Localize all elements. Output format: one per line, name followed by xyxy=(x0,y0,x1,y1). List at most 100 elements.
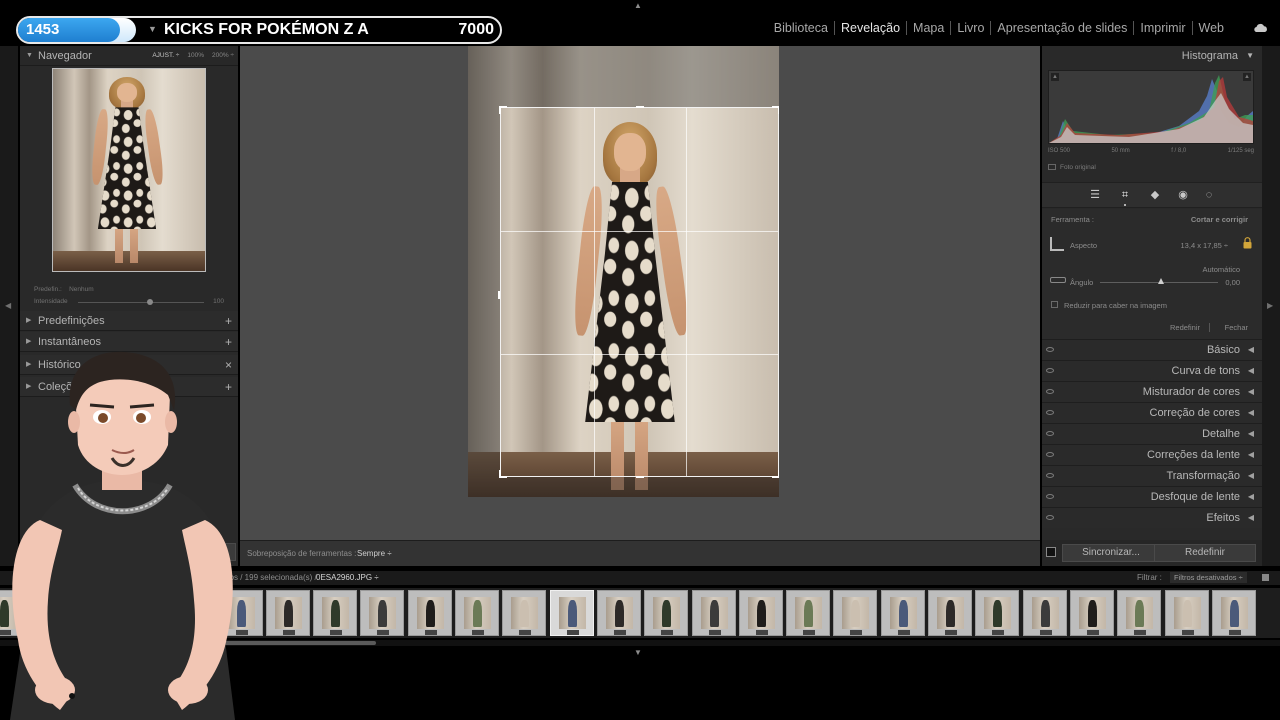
module-map[interactable]: Mapa xyxy=(906,21,950,35)
crop-handle-bottom[interactable] xyxy=(636,476,644,478)
tool-overlay-select[interactable]: Sempre ÷ xyxy=(357,549,392,558)
eye-icon[interactable] xyxy=(1046,515,1054,520)
histogram-graph[interactable]: ▲ ▲ xyxy=(1048,70,1254,144)
reset-button[interactable]: Redefinir xyxy=(1154,544,1256,562)
add-preset-icon[interactable]: + xyxy=(225,311,232,331)
panel-color-grading[interactable]: Correção de cores ◀ xyxy=(1042,402,1262,423)
panel-presets[interactable]: ▶ Predefinições + xyxy=(20,311,238,331)
constrain-checkbox[interactable] xyxy=(1051,301,1058,308)
level-icon[interactable] xyxy=(1050,277,1066,283)
module-library[interactable]: Biblioteca xyxy=(768,21,834,35)
crop-handle-bottom-right[interactable] xyxy=(772,470,779,478)
aspect-select[interactable]: 13,4 x 17,85 ÷ xyxy=(1181,241,1228,250)
zoom-fit[interactable]: AJUST. ÷ xyxy=(152,46,179,66)
panel-effects[interactable]: Efeitos ◀ xyxy=(1042,507,1262,528)
filmstrip-thumbnail[interactable] xyxy=(1117,590,1162,636)
filmstrip-thumbnail[interactable] xyxy=(549,590,594,636)
collapse-left-icon[interactable]: ◀ xyxy=(5,301,11,310)
angle-slider-knob[interactable] xyxy=(1158,278,1164,284)
filmstrip-thumbnail[interactable] xyxy=(691,590,736,636)
module-slideshow[interactable]: Apresentação de slides xyxy=(990,21,1133,35)
navigator-header[interactable]: ▼ Navegador AJUST. ÷ 100% 200% ÷ xyxy=(20,46,238,66)
shadow-clipping-icon[interactable]: ▲ xyxy=(1051,73,1059,81)
filmstrip-thumbnail[interactable] xyxy=(880,590,925,636)
eye-icon[interactable] xyxy=(1046,347,1054,352)
collapse-bottom-panel-icon[interactable]: ▼ xyxy=(634,648,642,657)
filmstrip-thumbnail[interactable] xyxy=(1022,590,1067,636)
filmstrip-thumbnail[interactable] xyxy=(644,590,689,636)
crop-icon[interactable]: ⌗ xyxy=(1118,188,1132,202)
module-develop[interactable]: Revelação xyxy=(833,21,906,35)
aspect-crop-icon[interactable] xyxy=(1050,237,1064,251)
angle-value[interactable]: 0,00 xyxy=(1225,278,1240,287)
intensity-slider-knob[interactable] xyxy=(146,299,153,305)
crop-handle-bottom-left[interactable] xyxy=(499,470,507,478)
panel-color-mixer[interactable]: Misturador de cores ◀ xyxy=(1042,381,1262,402)
crop-handle-top-left[interactable] xyxy=(499,106,507,114)
histogram-header[interactable]: Histograma ▼ xyxy=(1042,46,1262,66)
eye-icon[interactable] xyxy=(1046,494,1054,499)
right-panel-toggle-strip[interactable]: ▶ xyxy=(1262,46,1280,566)
highlight-clipping-icon[interactable]: ▲ xyxy=(1243,73,1251,81)
filmstrip-thumbnail[interactable] xyxy=(596,590,641,636)
collapse-right-icon[interactable]: ▶ xyxy=(1267,301,1273,310)
filmstrip-thumbnail[interactable] xyxy=(1211,590,1256,636)
filmstrip-thumbnail[interactable] xyxy=(1164,590,1209,636)
eye-icon[interactable] xyxy=(1046,452,1054,457)
healing-eraser-icon[interactable]: ◆ xyxy=(1148,188,1162,202)
navigator-preview[interactable] xyxy=(52,68,206,272)
panel-transform[interactable]: Transformação ◀ xyxy=(1042,465,1262,486)
module-book[interactable]: Livro xyxy=(950,21,990,35)
crop-handle-left[interactable] xyxy=(498,291,500,299)
original-photo-toggle[interactable]: Foto original xyxy=(1048,164,1096,171)
auto-sync-toggle[interactable] xyxy=(1046,547,1056,557)
eye-icon[interactable] xyxy=(1046,473,1054,478)
panel-lens-blur[interactable]: Desfoque de lente ◀ xyxy=(1042,486,1262,507)
lock-icon[interactable] xyxy=(1243,237,1252,249)
filmstrip-thumbnail[interactable] xyxy=(928,590,972,636)
eye-icon[interactable] xyxy=(1046,410,1054,415)
cloud-icon[interactable] xyxy=(1252,23,1268,33)
filmstrip-thumbnail[interactable] xyxy=(313,590,358,636)
filmstrip-thumbnail[interactable] xyxy=(360,590,405,636)
crop-overlay[interactable] xyxy=(498,106,779,478)
add-snapshot-icon[interactable]: + xyxy=(225,332,232,352)
filmstrip-thumbnail[interactable] xyxy=(502,590,547,636)
panel-tone-curve[interactable]: Curva de tons ◀ xyxy=(1042,360,1262,381)
crop-handle-top-right[interactable] xyxy=(772,106,779,114)
panel-basic[interactable]: Básico ◀ xyxy=(1042,339,1262,360)
filmstrip-thumbnail[interactable] xyxy=(786,590,831,636)
crop-close-button[interactable]: Fechar xyxy=(1225,323,1248,332)
zoom-200[interactable]: 200% ÷ xyxy=(212,46,234,66)
preset-value[interactable]: Nenhum xyxy=(69,286,94,293)
zoom-100[interactable]: 100% xyxy=(187,46,204,66)
red-eye-icon[interactable]: ◉ xyxy=(1176,188,1190,202)
filter-select[interactable]: Filtros desativados ÷ xyxy=(1170,572,1247,583)
collapse-top-panel-icon[interactable]: ▲ xyxy=(634,1,642,10)
eye-icon[interactable] xyxy=(1046,389,1054,394)
eye-icon[interactable] xyxy=(1046,431,1054,436)
filmstrip-thumbnail[interactable] xyxy=(833,590,878,636)
eye-icon[interactable] xyxy=(1046,368,1054,373)
panel-detail[interactable]: Detalhe ◀ xyxy=(1042,423,1262,444)
auto-straighten-button[interactable]: Automático xyxy=(1202,265,1240,274)
module-print[interactable]: Imprimir xyxy=(1133,21,1191,35)
main-photo[interactable] xyxy=(468,46,779,497)
crop-handle-top[interactable] xyxy=(636,106,644,108)
module-web[interactable]: Web xyxy=(1191,21,1230,35)
sync-button[interactable]: Sincronizar... xyxy=(1062,544,1160,562)
filmstrip-thumbnail[interactable] xyxy=(455,590,499,636)
masking-icon[interactable]: ◌ xyxy=(1202,188,1216,202)
filmstrip-thumbnail[interactable] xyxy=(975,590,1020,636)
sliders-icon[interactable]: ☰ xyxy=(1088,188,1102,202)
filmstrip-thumbnail[interactable] xyxy=(265,590,310,636)
panel-lens-corrections[interactable]: Correções da lente ◀ xyxy=(1042,444,1262,465)
filter-lock-icon[interactable] xyxy=(1262,574,1269,581)
filmstrip-thumbnail[interactable] xyxy=(407,590,452,636)
filmstrip-thumbnail[interactable] xyxy=(738,590,783,636)
selected-file-name[interactable]: 0ESA2960.JPG ÷ xyxy=(316,573,379,582)
crop-reset-button[interactable]: Redefinir xyxy=(1170,323,1200,332)
intensity-slider[interactable] xyxy=(78,302,204,303)
panel-snapshots[interactable]: ▶ Instantâneos + xyxy=(20,332,238,352)
filmstrip-thumbnail[interactable] xyxy=(1069,590,1114,636)
